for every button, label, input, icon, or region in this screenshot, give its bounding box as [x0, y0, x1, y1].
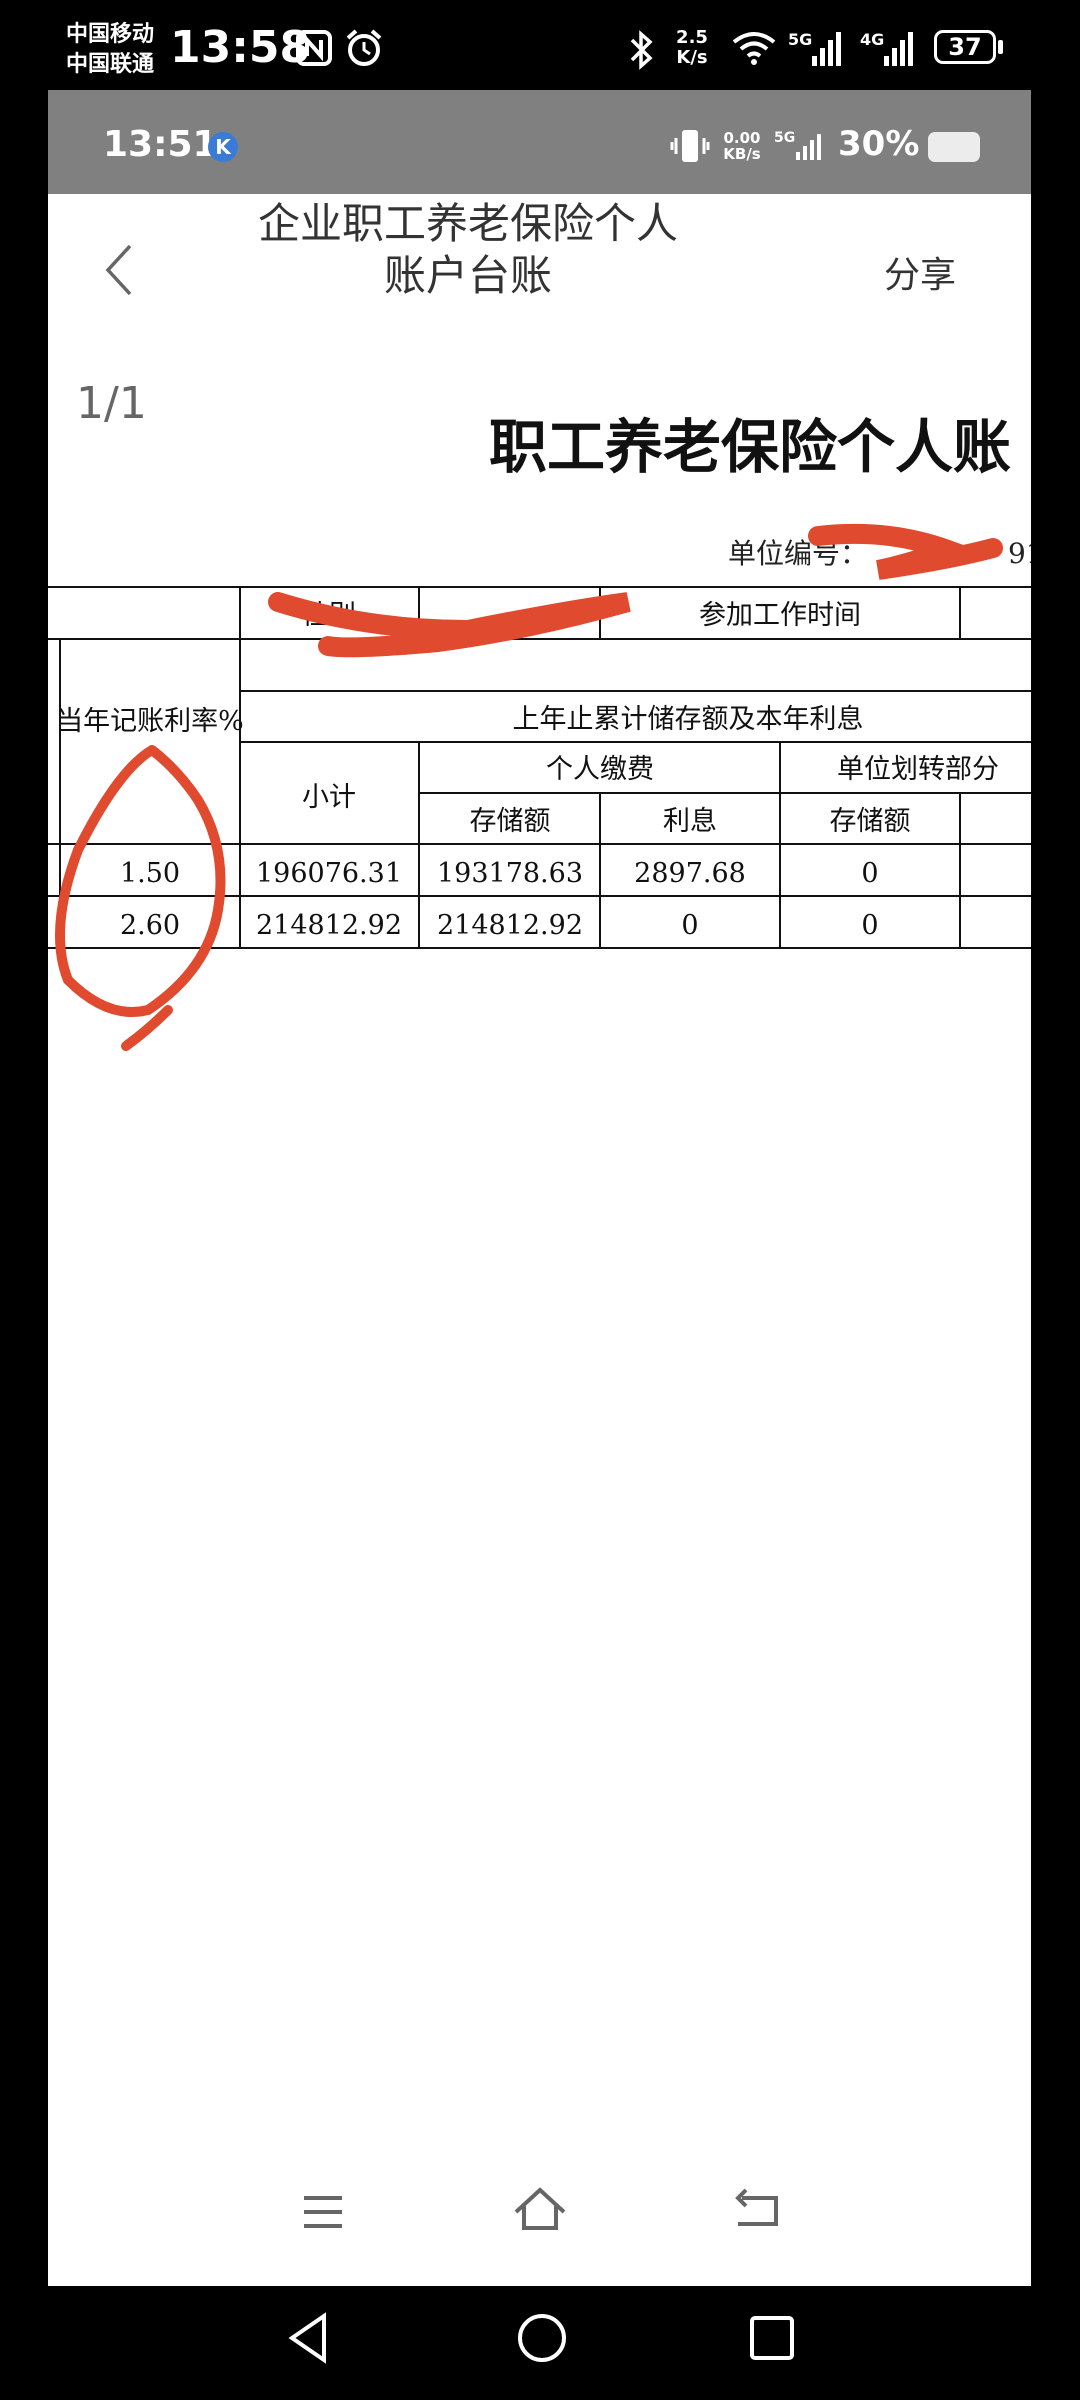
battery-indicator: 37 [934, 30, 996, 64]
bluetooth-icon [630, 30, 653, 70]
redaction-scribble-name [268, 592, 631, 658]
unit-storage-header: 存储额 [830, 806, 911, 837]
home-circle-icon[interactable] [514, 2310, 570, 2366]
row1-unit-storage: 0 [861, 858, 878, 889]
subtotal-header: 小计 [302, 782, 356, 813]
ledger-table: 性别 参加工作时间 当年记账利率% 上年止累计储存额及本年利息 小计 个人缴费 … [48, 523, 1031, 1051]
personal-header: 个人缴费 [546, 754, 654, 785]
system-nav-bar [0, 2286, 1080, 2400]
recents-square-icon[interactable] [746, 2312, 798, 2364]
section-header: 上年止累计储存额及本年利息 [513, 704, 864, 735]
rate-header: 当年记账利率% [56, 706, 244, 737]
row2-interest: 0 [681, 910, 698, 941]
storage-header: 存储额 [470, 806, 551, 837]
row2-rate: 2.60 [120, 910, 180, 941]
menu-icon[interactable] [298, 2190, 348, 2234]
redaction-scribble-unit-number [808, 523, 1003, 580]
row2-subtotal: 214812.92 [256, 910, 402, 941]
carrier-2: 中国联通 [66, 52, 155, 77]
battery-tip [998, 40, 1003, 54]
rate-circle-annotation [55, 745, 226, 1051]
signal-2-icon [884, 32, 913, 66]
nfc-icon [296, 30, 332, 66]
row1-subtotal: 196076.31 [256, 858, 402, 889]
signal-2-label: 4G [860, 30, 885, 49]
wifi-icon [732, 32, 776, 65]
document-screenshot: 13:51 K 0.00 KB/s 5G 30% 企业职工养老保险个人账户台账 … [48, 90, 1031, 2286]
signal-1-icon [812, 32, 841, 66]
back-triangle-icon[interactable] [284, 2310, 334, 2366]
outer-status-bar: 中国移动 中国联通 13:58 2.5 K/s 5G 4G 37 [0, 0, 1080, 90]
home-outline-icon[interactable] [510, 2182, 570, 2238]
row1-interest: 2897.68 [634, 858, 746, 889]
row1-rate: 1.50 [120, 858, 180, 889]
outer-clock: 13:58 [170, 22, 311, 73]
work-start-header: 参加工作时间 [699, 600, 861, 631]
row1-storage: 193178.63 [437, 858, 583, 889]
signal-1-label: 5G [788, 30, 813, 49]
return-icon[interactable] [732, 2186, 788, 2236]
unit-transfer-header: 单位划转部分 [837, 754, 999, 785]
row2-storage: 214812.92 [437, 910, 583, 941]
alarm-icon [346, 29, 382, 66]
row2-unit-storage: 0 [861, 910, 878, 941]
carrier-1: 中国移动 [66, 22, 155, 47]
net-speed: 2.5 K/s [676, 27, 708, 68]
interest-header: 利息 [663, 806, 717, 837]
